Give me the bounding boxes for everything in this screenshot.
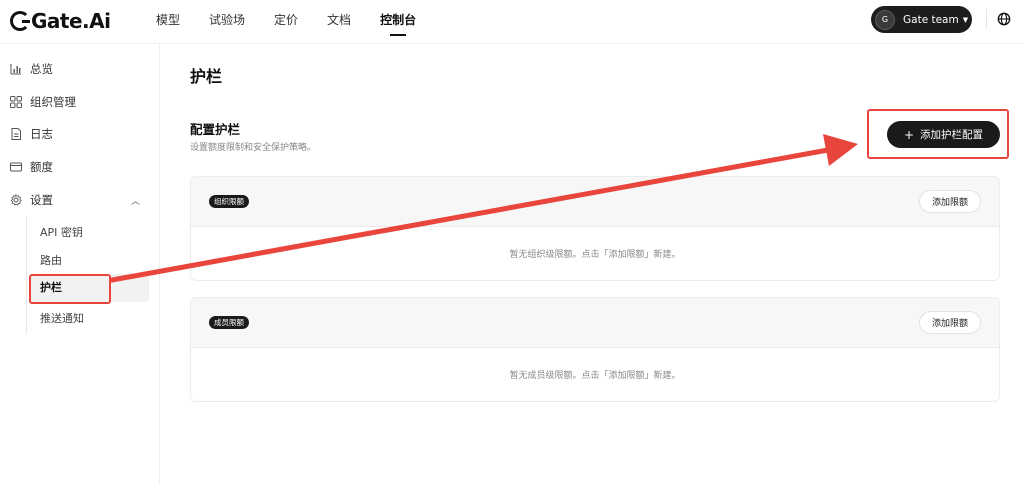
logo-text: Gate.Ai bbox=[31, 9, 111, 33]
nav-playground[interactable]: 试验场 bbox=[209, 0, 245, 44]
sidebar-item-label: 总览 bbox=[30, 62, 53, 76]
section-title: 配置护栏 bbox=[190, 122, 241, 137]
submenu-guide-line bbox=[26, 216, 27, 334]
org-limits-empty-text: 暂无组织级限额。点击「添加限额」新建。 bbox=[509, 250, 681, 260]
sidebar-subitem-push-notifications[interactable]: 推送通知 bbox=[40, 310, 84, 326]
member-limits-badge: 成员限额 bbox=[209, 316, 249, 329]
logo-mark-icon bbox=[10, 11, 30, 31]
page-title: 护栏 bbox=[190, 67, 223, 86]
sidebar-item-overview[interactable]: 总览 bbox=[10, 59, 53, 79]
sidebar-item-org-management[interactable]: 组织管理 bbox=[10, 92, 76, 112]
team-switcher-button[interactable]: G Gate team ▼ bbox=[871, 6, 972, 33]
sidebar-item-quota[interactable]: 额度 bbox=[10, 157, 53, 177]
card-header: 组织限额 添加限额 bbox=[191, 177, 999, 227]
sidebar: 总览 组织管理 日志 额度 设置 ︿ API 密钥 路由 护栏 推送通知 bbox=[0, 44, 160, 484]
bar-chart-icon bbox=[10, 64, 21, 75]
sidebar-subitem-api-keys[interactable]: API 密钥 bbox=[40, 224, 83, 240]
card-icon bbox=[10, 162, 22, 172]
gate-ai-logo[interactable]: Gate.Ai bbox=[10, 8, 111, 34]
sidebar-item-label: 组织管理 bbox=[30, 95, 76, 109]
add-org-limit-button[interactable]: 添加限额 bbox=[919, 190, 981, 213]
org-limits-card: 组织限额 添加限额 暂无组织级限额。点击「添加限额」新建。 bbox=[190, 176, 1000, 281]
sidebar-subitem-routing[interactable]: 路由 bbox=[40, 252, 62, 268]
globe-icon[interactable] bbox=[997, 12, 1011, 26]
member-limits-empty-text: 暂无成员级限额。点击「添加限额」新建。 bbox=[509, 371, 681, 381]
nav-docs[interactable]: 文档 bbox=[327, 0, 351, 44]
header-divider bbox=[986, 9, 987, 29]
member-limits-card: 成员限额 添加限额 暂无成员级限额。点击「添加限额」新建。 bbox=[190, 297, 1000, 402]
org-limits-badge: 组织限额 bbox=[209, 195, 249, 208]
sidebar-item-label: 日志 bbox=[30, 127, 53, 141]
grid-icon bbox=[10, 96, 22, 108]
guardrails-highlight-box bbox=[29, 274, 111, 304]
caret-down-icon: ▼ bbox=[962, 15, 969, 24]
top-navigation-bar: Gate.Ai 模型 试验场 定价 文档 控制台 G Gate team ▼ bbox=[0, 0, 1024, 44]
add-member-limit-button[interactable]: 添加限额 bbox=[919, 311, 981, 334]
nav-models[interactable]: 模型 bbox=[156, 0, 180, 44]
nav-console[interactable]: 控制台 bbox=[380, 0, 416, 44]
chevron-up-icon[interactable]: ︿ bbox=[131, 194, 140, 207]
sidebar-item-settings[interactable]: 设置 ︿ bbox=[10, 190, 140, 210]
document-icon bbox=[11, 128, 21, 140]
add-config-highlight-box bbox=[867, 109, 1009, 159]
team-name: Gate team bbox=[903, 13, 959, 26]
sidebar-item-label: 额度 bbox=[30, 160, 53, 174]
team-avatar: G bbox=[875, 9, 895, 30]
main-nav: 模型 试验场 定价 文档 控制台 bbox=[156, 0, 445, 44]
card-header: 成员限额 添加限额 bbox=[191, 298, 999, 348]
nav-pricing[interactable]: 定价 bbox=[274, 0, 298, 44]
sidebar-item-label: 设置 bbox=[30, 193, 53, 207]
sidebar-item-logs[interactable]: 日志 bbox=[10, 124, 53, 144]
gear-icon bbox=[10, 194, 22, 206]
section-description: 设置额度限制和安全保护策略。 bbox=[190, 143, 317, 153]
